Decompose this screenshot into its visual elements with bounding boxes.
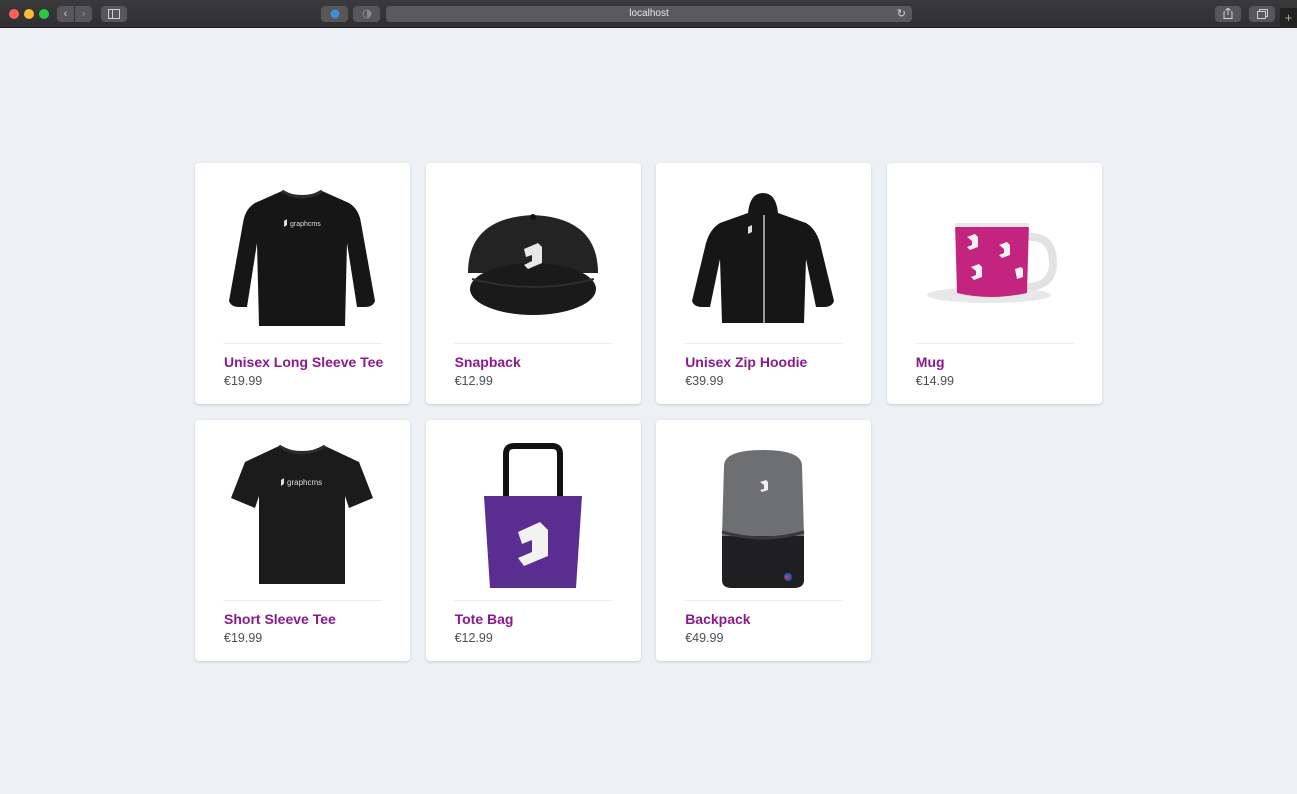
page-content: graphcms Unisex Long Sleeve Tee €19.99 S…: [0, 28, 1297, 794]
product-card[interactable]: graphcms Unisex Long Sleeve Tee €19.99: [195, 163, 410, 404]
reload-icon[interactable]: ↻: [897, 6, 906, 22]
product-card[interactable]: Tote Bag €12.99: [425, 420, 641, 661]
product-card[interactable]: Mug €14.99: [886, 163, 1102, 404]
backpack-image: [684, 430, 842, 600]
card-divider: [453, 343, 613, 344]
browser-toolbar: ‹ › localhost ↻ +: [0, 0, 1297, 28]
sidebar-icon: [108, 9, 120, 19]
product-name[interactable]: Backpack: [685, 611, 750, 627]
product-price: €19.99: [224, 374, 263, 388]
svg-text:graphcms: graphcms: [287, 478, 322, 487]
extension-icon: [330, 9, 339, 19]
long-sleeve-tee-image: graphcms: [223, 173, 381, 343]
product-card[interactable]: graphcms Short Sleeve Tee €19.99: [195, 420, 410, 661]
product-card[interactable]: Snapback €12.99: [425, 163, 641, 404]
svg-text:graphcms: graphcms: [290, 221, 321, 228]
product-name[interactable]: Snapback: [455, 354, 521, 370]
product-card[interactable]: Unisex Zip Hoodie €39.99: [656, 163, 872, 404]
mug-image: [915, 173, 1073, 343]
product-price: €12.99: [454, 631, 493, 645]
fullscreen-window-button[interactable]: [39, 9, 49, 19]
snapback-cap-image: [454, 173, 612, 343]
product-price: €14.99: [915, 374, 955, 388]
tab-overview-button[interactable]: [1249, 6, 1275, 22]
card-divider: [914, 343, 1074, 344]
card-divider: [453, 600, 613, 601]
plus-icon: +: [1284, 10, 1293, 25]
tabs-icon: [1256, 9, 1268, 19]
product-name[interactable]: Short Sleeve Tee: [224, 611, 336, 627]
product-name[interactable]: Mug: [916, 354, 945, 370]
minimize-window-button[interactable]: [24, 9, 34, 19]
shield-icon: [362, 9, 371, 19]
share-button[interactable]: [1215, 6, 1241, 22]
short-sleeve-tee-image: graphcms: [223, 430, 381, 600]
product-card[interactable]: Backpack €49.99: [656, 420, 872, 661]
sidebar-toggle-button[interactable]: [101, 6, 127, 22]
card-divider: [223, 600, 382, 601]
tote-bag-image: [454, 430, 612, 600]
extension-button[interactable]: [353, 6, 380, 22]
url-text: localhost: [629, 8, 669, 19]
product-price: €19.99: [224, 631, 263, 645]
forward-icon: ›: [81, 8, 86, 20]
back-button[interactable]: ‹: [57, 6, 74, 22]
product-price: €49.99: [685, 631, 724, 645]
extension-button[interactable]: [321, 6, 348, 22]
card-divider: [684, 600, 844, 601]
address-bar[interactable]: localhost ↻: [386, 6, 912, 22]
new-tab-button[interactable]: +: [1280, 8, 1297, 28]
share-icon: [1223, 7, 1233, 19]
forward-button[interactable]: ›: [75, 6, 92, 22]
back-icon: ‹: [63, 8, 68, 20]
close-window-button[interactable]: [9, 9, 19, 19]
card-divider: [684, 343, 844, 344]
product-name[interactable]: Unisex Long Sleeve Tee: [224, 354, 383, 370]
card-divider: [223, 343, 382, 344]
product-price: €12.99: [454, 374, 493, 388]
zip-hoodie-image: [684, 173, 842, 343]
product-grid: graphcms Unisex Long Sleeve Tee €19.99 S…: [195, 163, 1102, 661]
product-price: €39.99: [685, 374, 724, 388]
product-name[interactable]: Unisex Zip Hoodie: [685, 354, 807, 370]
product-name[interactable]: Tote Bag: [455, 611, 514, 627]
